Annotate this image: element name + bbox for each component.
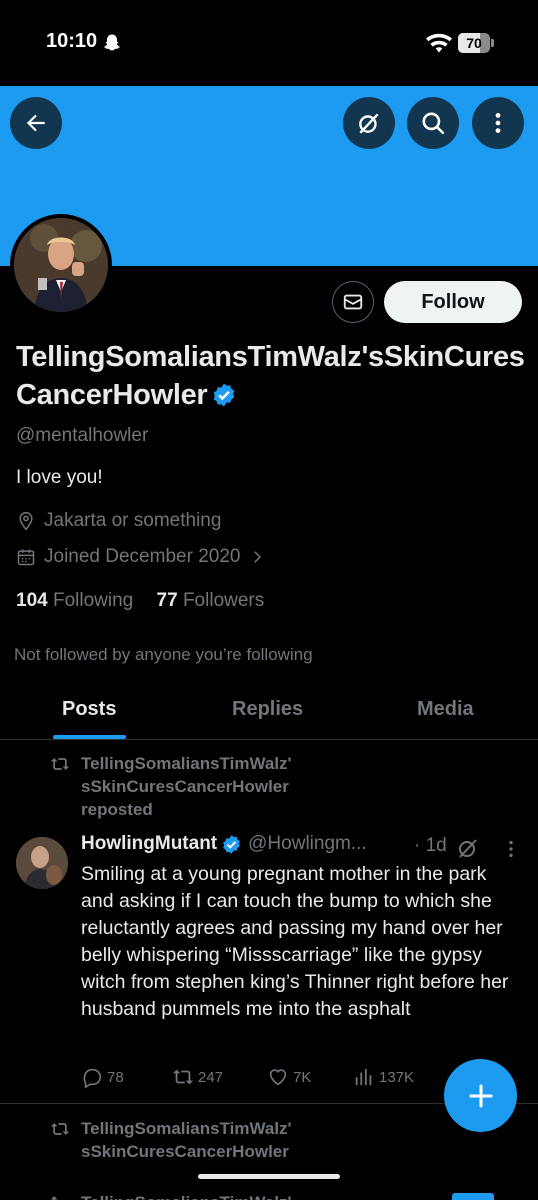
- display-name-text: TellingSomaliansTimWalz'sSkinCuresCancer…: [16, 341, 525, 411]
- like-button[interactable]: 7K: [267, 1066, 311, 1088]
- status-time: 10:10: [46, 30, 98, 52]
- more-vertical-icon: [495, 113, 501, 133]
- tab-posts[interactable]: Posts: [62, 698, 116, 721]
- post-timestamp[interactable]: · 1d: [414, 835, 447, 857]
- message-button[interactable]: [332, 281, 374, 323]
- arrow-left-icon: [26, 114, 45, 132]
- repost-icon: [50, 1196, 58, 1200]
- profile-bio: I love you!: [16, 467, 103, 488]
- plus-icon: [469, 1084, 492, 1107]
- location-pin-icon: [19, 511, 33, 531]
- followers-count: 77: [156, 590, 178, 611]
- repost-name-line2: sSkinCuresCancerHowler: [81, 1142, 289, 1157]
- status-bar: 10:10 70: [0, 0, 538, 86]
- snapchat-icon: [103, 34, 121, 51]
- views-button[interactable]: 137K: [353, 1066, 414, 1088]
- following-label: Following: [52, 590, 134, 611]
- profile-tabs: Posts Replies Media: [0, 688, 538, 740]
- profile-location: Jakarta or something: [16, 510, 221, 532]
- repost-attribution[interactable]: TellingSomaliansTimWalz' sSkinCuresCance…: [81, 1117, 292, 1157]
- reply-button[interactable]: 78: [81, 1066, 124, 1088]
- battery-indicator: 70: [458, 33, 494, 53]
- like-count: 7K: [293, 1068, 312, 1086]
- mail-icon: [343, 294, 363, 310]
- tab-active-indicator: [53, 735, 126, 739]
- repost-button[interactable]: 247: [172, 1066, 223, 1088]
- views-icon: [355, 1068, 372, 1086]
- followers-link[interactable]: 77 Followers: [157, 590, 265, 611]
- wifi-icon: [426, 33, 452, 53]
- views-count: 137K: [379, 1068, 415, 1086]
- repost-name-line1: TellingSomaliansTimWalz': [81, 754, 292, 773]
- following-count: 104: [16, 590, 48, 611]
- chevron-right-icon: [254, 551, 262, 563]
- post-more-icon[interactable]: [500, 838, 522, 860]
- tab-media[interactable]: Media: [417, 698, 474, 721]
- follow-button[interactable]: Follow: [384, 281, 522, 323]
- display-name: TellingSomaliansTimWalz'sSkinCuresCancer…: [16, 338, 531, 414]
- profile-joined[interactable]: Joined December 2020: [16, 546, 274, 568]
- profile-handle: @mentalhowler: [16, 425, 149, 446]
- verified-badge-icon: [223, 834, 240, 854]
- search-button[interactable]: [407, 97, 459, 149]
- grok-icon: [359, 113, 379, 134]
- heart-icon: [269, 1069, 287, 1086]
- repost-name-line1: TellingSomaliansTimWalz': [81, 1191, 292, 1200]
- back-button[interactable]: [10, 97, 62, 149]
- compose-button[interactable]: [444, 1059, 517, 1132]
- reply-count: 78: [107, 1068, 124, 1086]
- search-icon: [422, 112, 445, 135]
- repost-icon: [172, 1069, 194, 1085]
- repost-icon: [50, 1123, 70, 1135]
- repost-name-line1: TellingSomaliansTimWalz': [81, 1119, 292, 1138]
- follow-counts: 104 Following 77 Followers: [16, 590, 264, 612]
- not-followed-note: Not followed by anyone you’re following: [14, 645, 313, 664]
- battery-level: 70: [466, 35, 482, 51]
- location-text: Jakarta or something: [44, 510, 222, 531]
- tab-replies[interactable]: Replies: [232, 698, 303, 721]
- repost-attribution[interactable]: TellingSomaliansTimWalz' sSkinCuresCance…: [81, 752, 292, 821]
- post-author-avatar[interactable]: [16, 837, 68, 889]
- verified-badge-icon: [214, 383, 235, 407]
- avatar-image: [14, 218, 108, 312]
- repost-label: reposted: [81, 800, 153, 819]
- compose-button-shadow: [452, 1193, 494, 1200]
- calendar-icon: [17, 549, 35, 566]
- grok-icon[interactable]: [456, 836, 480, 860]
- post-author-name[interactable]: HowlingMutant: [81, 833, 217, 855]
- repost-name-line2: sSkinCuresCancerHowler: [81, 777, 289, 796]
- grok-button[interactable]: [343, 97, 395, 149]
- more-button[interactable]: [472, 97, 524, 149]
- followers-label: Followers: [182, 590, 265, 611]
- post-author-handle[interactable]: @Howlingm...: [248, 833, 367, 855]
- reply-icon: [83, 1068, 102, 1088]
- post-text[interactable]: Smiling at a young pregnant mother in th…: [81, 861, 521, 1023]
- following-link[interactable]: 104 Following: [16, 590, 133, 611]
- joined-text: Joined December 2020: [44, 546, 241, 567]
- repost-icon: [50, 758, 70, 770]
- repost-count: 247: [198, 1068, 224, 1086]
- profile-avatar[interactable]: [10, 214, 112, 316]
- home-indicator[interactable]: [198, 1174, 340, 1179]
- post-header: HowlingMutant @Howlingm...: [81, 833, 367, 855]
